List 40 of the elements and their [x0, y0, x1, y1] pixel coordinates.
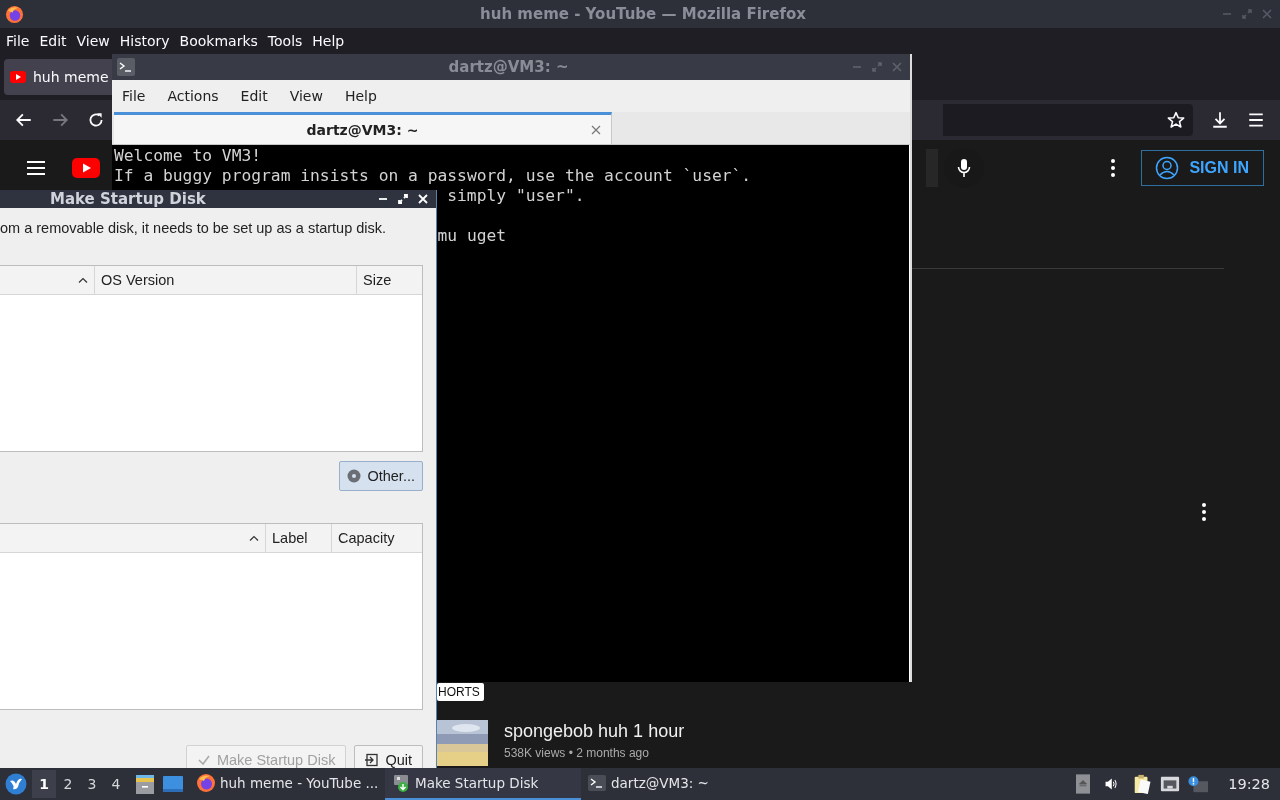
- sign-in-button[interactable]: SIGN IN: [1141, 149, 1264, 186]
- menu-item[interactable]: View: [289, 88, 323, 104]
- workspace-button[interactable]: 2: [56, 770, 80, 798]
- menu-item[interactable]: History: [119, 33, 170, 49]
- column-header[interactable]: OS Version: [95, 266, 357, 294]
- taskbar-button[interactable]: dartz@VM3: ~: [581, 768, 721, 800]
- terminal-line: Welcome to VM3!: [114, 146, 263, 166]
- video-title[interactable]: spongebob huh 1 hour: [504, 721, 685, 742]
- menu-item[interactable]: View: [76, 33, 110, 49]
- menu-item[interactable]: Actions: [167, 88, 219, 104]
- menu-item[interactable]: Edit: [39, 33, 67, 49]
- window-title: dartz@VM3: ~: [447, 58, 570, 76]
- menu-item[interactable]: Tools: [267, 33, 303, 49]
- workspace-button[interactable]: 1: [32, 770, 56, 798]
- taskbar-button[interactable]: Make Startup Disk: [385, 768, 581, 800]
- menu-item[interactable]: Help: [344, 88, 377, 104]
- browser-tab[interactable]: huh meme: [4, 59, 112, 95]
- other-button[interactable]: Other...: [339, 461, 423, 491]
- menu-item[interactable]: Help: [312, 33, 345, 49]
- terminal-tab[interactable]: dartz@VM3: ~: [114, 112, 612, 144]
- terminal-line: If a buggy program insists on a password, use the account `user`.: [114, 166, 753, 186]
- video-meta: 538K views • 2 months ago: [504, 746, 650, 760]
- taskbar-button[interactable]: huh meme - YouTube ...: [190, 768, 385, 800]
- workspace-button[interactable]: 4: [104, 770, 128, 798]
- column-header[interactable]: Size: [357, 266, 422, 294]
- menu-item[interactable]: File: [6, 33, 30, 49]
- menu-item[interactable]: Edit: [240, 88, 268, 104]
- shorts-label: HORTS: [437, 683, 484, 701]
- window-title: huh meme - YouTube — Mozilla Firefox: [479, 5, 807, 23]
- menu-item[interactable]: File: [122, 88, 146, 104]
- column-header[interactable]: Capacity: [332, 524, 422, 552]
- quit-button[interactable]: Quit: [354, 745, 423, 768]
- menu-item[interactable]: Bookmarks: [179, 33, 258, 49]
- description-text: om a removable disk, it needs to be set up as a startup disk.: [0, 220, 388, 236]
- terminal-line: simply "user".: [447, 186, 585, 205]
- column-header[interactable]: Label: [266, 524, 332, 552]
- terminal-line: mu uget: [437, 226, 507, 245]
- workspace-button[interactable]: 3: [80, 770, 104, 798]
- window-title: Make Startup Disk: [50, 190, 207, 208]
- clock: 19:28: [1228, 776, 1270, 792]
